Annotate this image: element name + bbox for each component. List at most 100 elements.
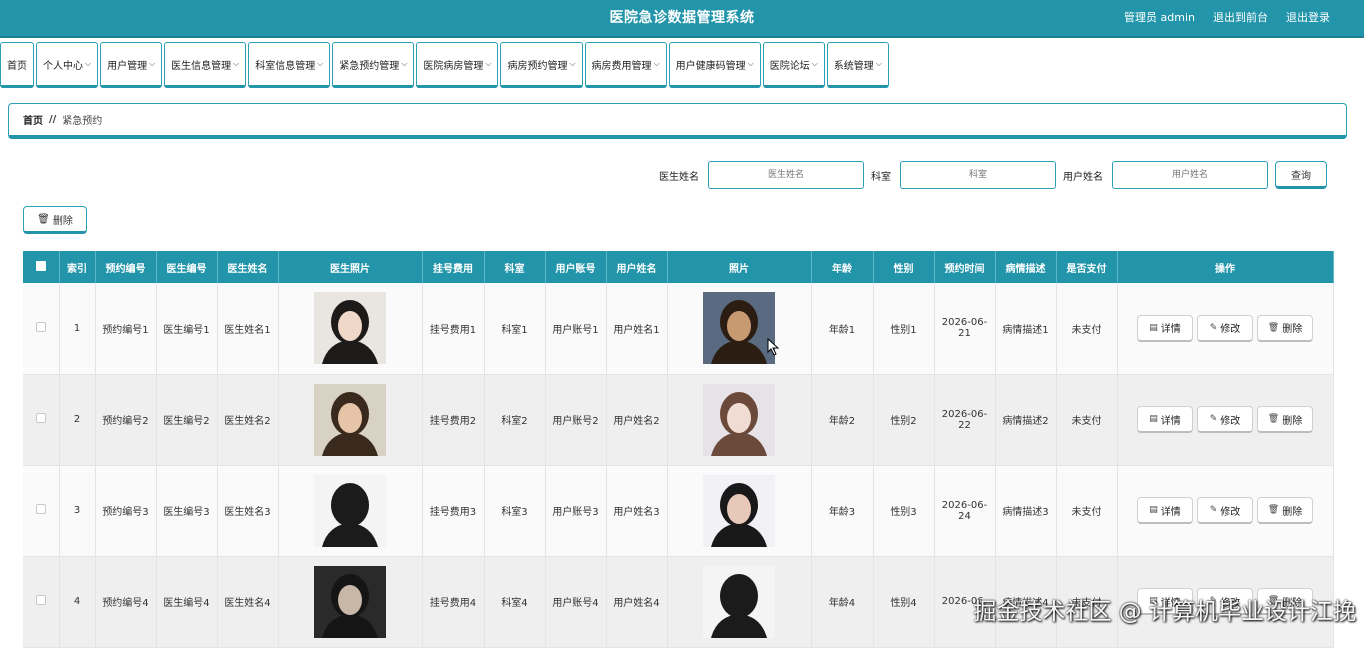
column-header: 照片	[667, 251, 812, 283]
header-links: 管理员 admin 退出到前台 退出登录	[1124, 0, 1330, 36]
admin-user-link[interactable]: 管理员 admin	[1124, 0, 1195, 36]
select-all-checkbox[interactable]	[35, 260, 46, 271]
edit-button-label: 修改	[1220, 597, 1241, 609]
select-all-header[interactable]	[23, 251, 60, 283]
row-checkbox[interactable]	[35, 413, 46, 423]
delete-button-label: 删除	[1282, 415, 1303, 427]
menu-item-label: 医院论坛	[769, 60, 810, 72]
cell-fee: 挂号费用3	[422, 465, 485, 557]
menu-item-10[interactable]: 医院论坛 ⌵	[762, 42, 825, 88]
cell-doc-no: 医生编号2	[156, 374, 218, 466]
user-photo	[703, 383, 775, 456]
menu-item-2[interactable]: 用户管理 ⌵	[100, 42, 163, 88]
row-checkbox[interactable]	[35, 595, 46, 605]
cell-age: 年龄1	[811, 283, 874, 375]
cell-paid: 未支付	[1056, 283, 1118, 375]
row-actions-cell: ▤ 详情 ✎ 修改 🗑 删除	[1117, 465, 1334, 557]
column-header: 医生编号	[156, 251, 218, 283]
chevron-down-icon: ⌵	[569, 59, 576, 68]
menu-item-1[interactable]: 个人中心 ⌵	[36, 42, 99, 88]
logout-link[interactable]: 退出登录	[1286, 0, 1330, 36]
exit-to-front-link[interactable]: 退出到前台	[1213, 0, 1268, 36]
user-photo-cell	[667, 556, 812, 648]
delete-button-label: 删除	[1282, 324, 1303, 336]
doctor-photo-cell	[278, 556, 423, 648]
cell-age: 年龄3	[811, 465, 874, 557]
cell-desc: 病情描述1	[995, 283, 1057, 375]
cell-desc: 病情描述4	[995, 556, 1057, 648]
menu-item-5[interactable]: 紧急预约管理 ⌵	[332, 42, 415, 88]
doctor-photo-cell	[278, 465, 423, 557]
detail-button[interactable]: ▤ 详情	[1137, 314, 1193, 342]
row-select-cell	[23, 465, 60, 557]
menu-item-label: 科室信息管理	[255, 60, 316, 72]
cell-doc-name: 医生姓名3	[217, 465, 279, 557]
breadcrumb-home[interactable]: 首页	[23, 112, 43, 127]
chevron-down-icon: ⌵	[85, 59, 92, 68]
menu-item-9[interactable]: 用户健康码管理 ⌵	[668, 42, 761, 88]
edit-button[interactable]: ✎ 修改	[1197, 588, 1253, 615]
doctor-name-input[interactable]	[708, 161, 864, 189]
edit-button[interactable]: ✎ 修改	[1197, 406, 1253, 433]
detail-button[interactable]: ▤ 详情	[1137, 406, 1193, 433]
menu-item-6[interactable]: 医院病房管理 ⌵	[416, 42, 499, 88]
cell-appt-no: 预约编号2	[95, 374, 157, 466]
user-photo-cell	[667, 374, 812, 466]
column-header: 病情描述	[995, 251, 1057, 283]
menu-item-3[interactable]: 医生信息管理 ⌵	[164, 42, 247, 88]
row-select-cell	[23, 556, 60, 648]
cell-user-name: 用户姓名4	[606, 556, 668, 648]
menu-item-11[interactable]: 系统管理 ⌵	[826, 42, 889, 88]
cell-user-acct: 用户账号2	[545, 374, 607, 466]
menu-item-8[interactable]: 病房费用管理 ⌵	[584, 42, 667, 88]
doctor-photo-cell	[278, 374, 423, 466]
column-header: 性别	[873, 251, 935, 283]
delete-button[interactable]: 🗑 删除	[1257, 588, 1313, 615]
detail-button[interactable]: ▤ 详情	[1137, 497, 1193, 524]
menu-item-label: 用户健康码管理	[675, 60, 746, 72]
chevron-down-icon: ⌵	[233, 59, 240, 68]
batch-delete-button[interactable]: 🗑 删除	[23, 206, 87, 234]
detail-button-label: 详情	[1160, 597, 1181, 609]
user-photo-image	[703, 565, 775, 638]
user-photo-cell	[667, 283, 812, 375]
column-header: 预约编号	[95, 251, 157, 283]
chevron-down-icon: ⌵	[747, 59, 754, 68]
delete-button[interactable]: 🗑 删除	[1257, 406, 1313, 433]
cell-time: 2026-06-	[934, 556, 996, 648]
row-select-cell	[23, 283, 60, 375]
row-checkbox[interactable]	[35, 504, 46, 514]
menu-item-4[interactable]: 科室信息管理 ⌵	[248, 42, 331, 88]
cell-index: 3	[59, 465, 96, 557]
column-header: 预约时间	[934, 251, 996, 283]
edit-button[interactable]: ✎ 修改	[1197, 497, 1253, 524]
table-row: 3 预约编号3 医生编号3 医生姓名3 挂号费用3 科室3 用户账号3 用户姓名3 年龄3 性别3…	[23, 465, 1334, 557]
user-name-input[interactable]	[1112, 161, 1268, 189]
cell-desc: 病情描述3	[995, 465, 1057, 557]
cell-user-acct: 用户账号4	[545, 556, 607, 648]
chevron-down-icon: ⌵	[811, 59, 818, 68]
row-checkbox[interactable]	[35, 321, 46, 332]
batch-delete-label: 删除	[52, 215, 73, 227]
query-button[interactable]: 查询	[1275, 161, 1327, 189]
document-icon: ▤	[1149, 596, 1158, 606]
edit-button[interactable]: ✎ 修改	[1197, 314, 1253, 342]
delete-button[interactable]: 🗑 删除	[1257, 314, 1313, 342]
cell-user-name: 用户姓名3	[606, 465, 668, 557]
cell-doc-name: 医生姓名2	[217, 374, 279, 466]
column-header: 用户姓名	[606, 251, 668, 283]
cell-index: 1	[59, 283, 96, 375]
delete-button[interactable]: 🗑 删除	[1257, 497, 1313, 524]
detail-button[interactable]: ▤ 详情	[1137, 588, 1193, 615]
dept-input[interactable]	[900, 161, 1056, 189]
cell-fee: 挂号费用4	[422, 556, 485, 648]
menu-item-7[interactable]: 病房预约管理 ⌵	[500, 42, 583, 88]
user-photo-image	[703, 383, 775, 456]
row-actions-cell: ▤ 详情 ✎ 修改 🗑 删除	[1117, 283, 1334, 375]
column-header: 索引	[59, 251, 96, 283]
chevron-down-icon: ⌵	[317, 59, 324, 68]
cell-dept: 科室1	[484, 283, 546, 375]
menu-item-0[interactable]: 首页	[0, 42, 34, 88]
column-header: 是否支付	[1056, 251, 1118, 283]
table-row: 2 预约编号2 医生编号2 医生姓名2 挂号费用2 科室2 用户账号2 用户姓名2 年龄2 性别2…	[23, 374, 1334, 466]
